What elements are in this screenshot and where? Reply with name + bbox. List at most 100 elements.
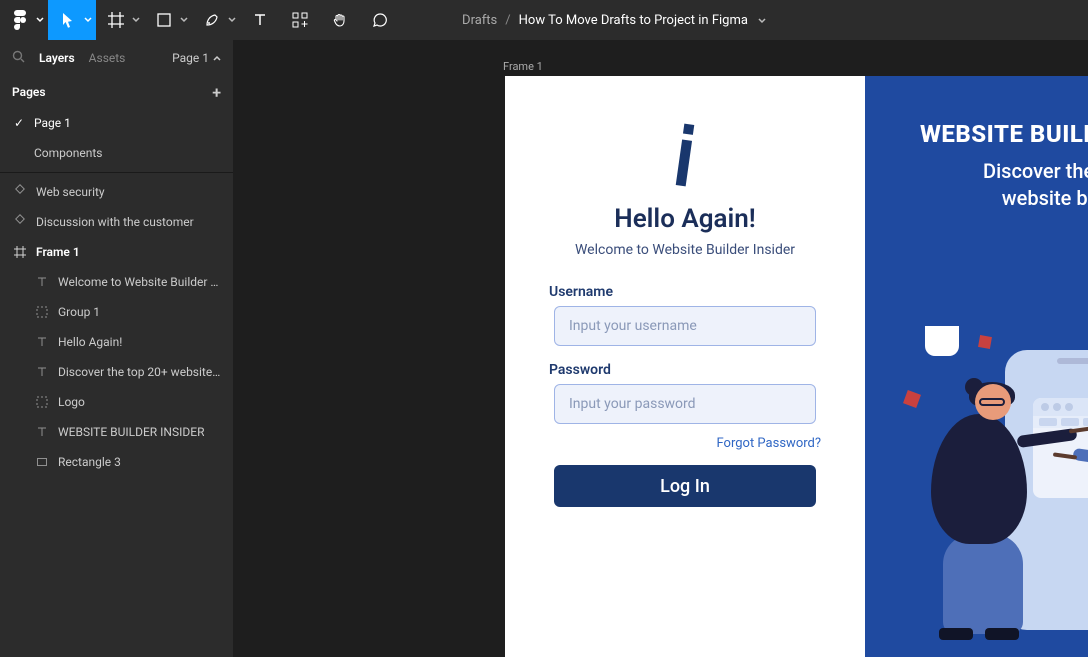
username-placeholder: Input your username (569, 318, 697, 334)
left-panel-tabs: Layers Assets Page 1 (0, 40, 233, 76)
divider (0, 172, 233, 173)
text-layer-icon (34, 424, 50, 440)
artboard-frame-1[interactable]: Hello Again! Welcome to Website Builder … (505, 76, 1088, 657)
layer-row[interactable]: Welcome to Website Builder In... (0, 267, 233, 297)
shape-tool-button[interactable] (144, 0, 192, 40)
file-title[interactable]: How To Move Drafts to Project in Figma (519, 13, 748, 28)
main-area: Layers Assets Page 1 Pages + ✓ Page 1 Co… (0, 40, 1088, 657)
chevron-down-icon (36, 17, 44, 23)
chevron-down-icon (180, 17, 188, 23)
username-label: Username (549, 284, 613, 300)
hand-tool-icon (332, 12, 348, 28)
tab-layers[interactable]: Layers (39, 51, 75, 65)
pages-header-label: Pages (12, 85, 46, 99)
layer-label: Web security (36, 185, 105, 199)
password-label: Password (549, 362, 611, 378)
check-icon: ✓ (12, 116, 26, 130)
add-page-button[interactable]: + (212, 83, 221, 102)
login-heading: Hello Again! (614, 204, 755, 234)
resources-tool-button[interactable] (280, 0, 320, 40)
layer-label: Logo (58, 395, 85, 409)
login-pane: Hello Again! Welcome to Website Builder … (505, 76, 865, 657)
tab-assets[interactable]: Assets (89, 51, 126, 65)
forgot-password-link[interactable]: Forgot Password? (716, 436, 821, 451)
layer-label: Rectangle 3 (58, 455, 121, 469)
promo-title: WEBSITE BUILDER INSIDER (865, 120, 1088, 148)
chevron-down-icon (132, 17, 140, 23)
chevron-down-icon (84, 17, 92, 23)
canvas-frame-label[interactable]: Frame 1 (503, 60, 543, 73)
layer-row[interactable]: Rectangle 3 (0, 447, 233, 477)
figma-logo-icon (13, 10, 27, 30)
text-tool-icon (253, 13, 267, 27)
pages-header: Pages + (0, 76, 233, 108)
chevron-down-icon[interactable] (758, 13, 766, 28)
pen-tool-icon (204, 12, 220, 28)
layer-label: Frame 1 (36, 245, 80, 259)
comment-tool-button[interactable] (360, 0, 400, 40)
text-tool-button[interactable] (240, 0, 280, 40)
frame-tool-button[interactable] (96, 0, 144, 40)
text-layer-icon (34, 364, 50, 380)
page-row[interactable]: Components (0, 138, 233, 168)
promo-subtitle-line2: website builders (1002, 186, 1088, 210)
breadcrumb-root[interactable]: Drafts (462, 13, 497, 28)
breadcrumb-separator: / (505, 13, 510, 28)
password-placeholder: Input your password (569, 396, 696, 412)
page-picker[interactable]: Page 1 (172, 51, 221, 65)
page-picker-label: Page 1 (172, 51, 209, 65)
left-panel: Layers Assets Page 1 Pages + ✓ Page 1 Co… (0, 40, 233, 657)
promo-subtitle-line1: Discover the top 20+ (983, 159, 1088, 183)
login-button-label: Log In (660, 476, 710, 497)
component-icon (12, 214, 28, 230)
promo-subtitle: Discover the top 20+ website builders (865, 158, 1088, 212)
username-input[interactable]: Input your username (554, 306, 816, 346)
layer-row[interactable]: Hello Again! (0, 327, 233, 357)
frame-tool-icon (108, 12, 124, 28)
search-icon[interactable] (12, 50, 25, 66)
page-label: Page 1 (34, 116, 71, 130)
illustration-square (978, 335, 992, 349)
top-toolbar: Drafts / How To Move Drafts to Project i… (0, 0, 1088, 40)
illustration-person-left (919, 384, 1029, 646)
rectangle-tool-icon (157, 13, 171, 27)
layer-row[interactable]: Logo (0, 387, 233, 417)
login-subheading: Welcome to Website Builder Insider (575, 242, 795, 258)
layer-label: Hello Again! (58, 335, 122, 349)
hand-tool-button[interactable] (320, 0, 360, 40)
layer-row[interactable]: Web security (0, 177, 233, 207)
figma-menu-button[interactable] (0, 0, 48, 40)
layer-row[interactable]: Discover the top 20+ website ... (0, 357, 233, 387)
component-icon (12, 184, 28, 200)
move-tool-button[interactable] (48, 0, 96, 40)
logo-icon (670, 123, 700, 187)
group-layer-icon (34, 394, 50, 410)
text-layer-icon (34, 274, 50, 290)
layer-row[interactable]: Group 1 (0, 297, 233, 327)
layer-label: WEBSITE BUILDER INSIDER (58, 425, 204, 439)
password-input[interactable]: Input your password (554, 384, 816, 424)
layer-label: Discussion with the customer (36, 215, 194, 229)
resources-icon (292, 12, 308, 28)
comment-icon (372, 12, 388, 28)
layer-label: Welcome to Website Builder In... (58, 275, 221, 289)
chevron-down-icon (228, 17, 236, 23)
breadcrumb[interactable]: Drafts / How To Move Drafts to Project i… (400, 13, 828, 28)
canvas[interactable]: Frame 1 Hello Again! Welcome to Website … (233, 40, 1088, 657)
frame-icon (12, 244, 28, 260)
group-layer-icon (34, 304, 50, 320)
layer-row[interactable]: WEBSITE BUILDER INSIDER (0, 417, 233, 447)
page-label: Components (34, 146, 103, 160)
layer-row[interactable]: Discussion with the customer (0, 207, 233, 237)
illustration-cup (925, 326, 959, 356)
pen-tool-button[interactable] (192, 0, 240, 40)
tool-group-left (0, 0, 400, 40)
login-button[interactable]: Log In (554, 465, 816, 507)
layer-label: Group 1 (58, 305, 100, 319)
page-row[interactable]: ✓ Page 1 (0, 108, 233, 138)
text-layer-icon (34, 334, 50, 350)
layer-label: Discover the top 20+ website ... (58, 365, 221, 379)
layer-row-frame[interactable]: Frame 1 (0, 237, 233, 267)
chevron-up-icon (213, 55, 221, 61)
rectangle-layer-icon (34, 454, 50, 470)
